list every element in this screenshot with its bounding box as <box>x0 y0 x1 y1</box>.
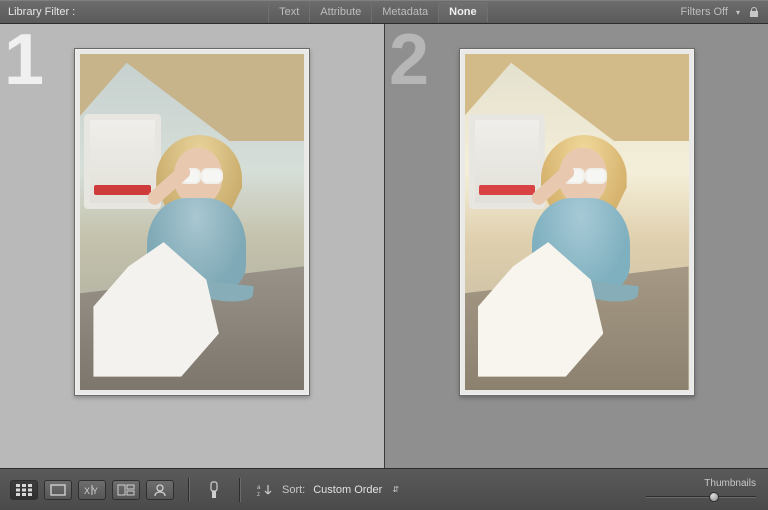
pane-index-2: 2 <box>389 32 429 90</box>
view-compare-button[interactable]: XY <box>78 480 106 500</box>
sort-dropdown[interactable]: Sort: Custom Order ⇵ <box>282 484 401 496</box>
thumbnails-slider[interactable] <box>646 492 756 502</box>
chevron-updown-icon: ⇵ <box>390 485 401 494</box>
photo-2 <box>465 54 689 390</box>
svg-text:Y: Y <box>92 486 98 496</box>
view-people-button[interactable] <box>146 480 174 500</box>
svg-text:X: X <box>84 486 90 496</box>
sort-direction-icon[interactable]: az <box>254 479 276 501</box>
filters-off-label: Filters Off <box>681 6 728 18</box>
sort-value: Custom Order <box>313 484 382 496</box>
compare-pane-1[interactable]: 1 <box>0 24 384 468</box>
view-grid-button[interactable] <box>10 480 38 500</box>
filter-tabs: Text Attribute Metadata None <box>268 1 488 23</box>
bottom-toolbar: XY az Sort: Custom Order ⇵ Thumbnails <box>0 468 768 510</box>
filter-tab-none[interactable]: None <box>439 2 488 22</box>
filters-off-toggle[interactable]: Filters Off ▾ <box>681 6 761 18</box>
pane-index-1: 1 <box>4 32 44 90</box>
view-loupe-button[interactable] <box>44 480 72 500</box>
compare-area: 1 2 <box>0 24 768 468</box>
toolbar-divider <box>188 478 189 502</box>
filter-tab-metadata[interactable]: Metadata <box>372 2 439 22</box>
view-survey-button[interactable] <box>112 480 140 500</box>
thumbnails-label: Thumbnails <box>704 478 756 489</box>
painter-icon[interactable] <box>203 479 225 501</box>
slider-knob[interactable] <box>709 492 719 502</box>
filter-tab-text[interactable]: Text <box>268 2 310 22</box>
chevron-down-icon: ▾ <box>734 8 742 17</box>
library-filter-bar: Library Filter : Text Attribute Metadata… <box>0 0 768 24</box>
svg-text:a: a <box>257 485 261 491</box>
toolbar-divider <box>239 478 240 502</box>
library-filter-label: Library Filter : <box>8 6 75 18</box>
photo-1 <box>80 54 304 390</box>
lock-icon <box>748 6 760 18</box>
svg-text:z: z <box>257 492 260 497</box>
photo-frame-2[interactable] <box>459 48 695 396</box>
photo-frame-1[interactable] <box>74 48 310 396</box>
filter-tab-attribute[interactable]: Attribute <box>310 2 372 22</box>
sort-label: Sort: <box>282 484 305 496</box>
compare-pane-2[interactable]: 2 <box>384 24 768 468</box>
thumbnails-size-control: Thumbnails <box>646 478 756 502</box>
